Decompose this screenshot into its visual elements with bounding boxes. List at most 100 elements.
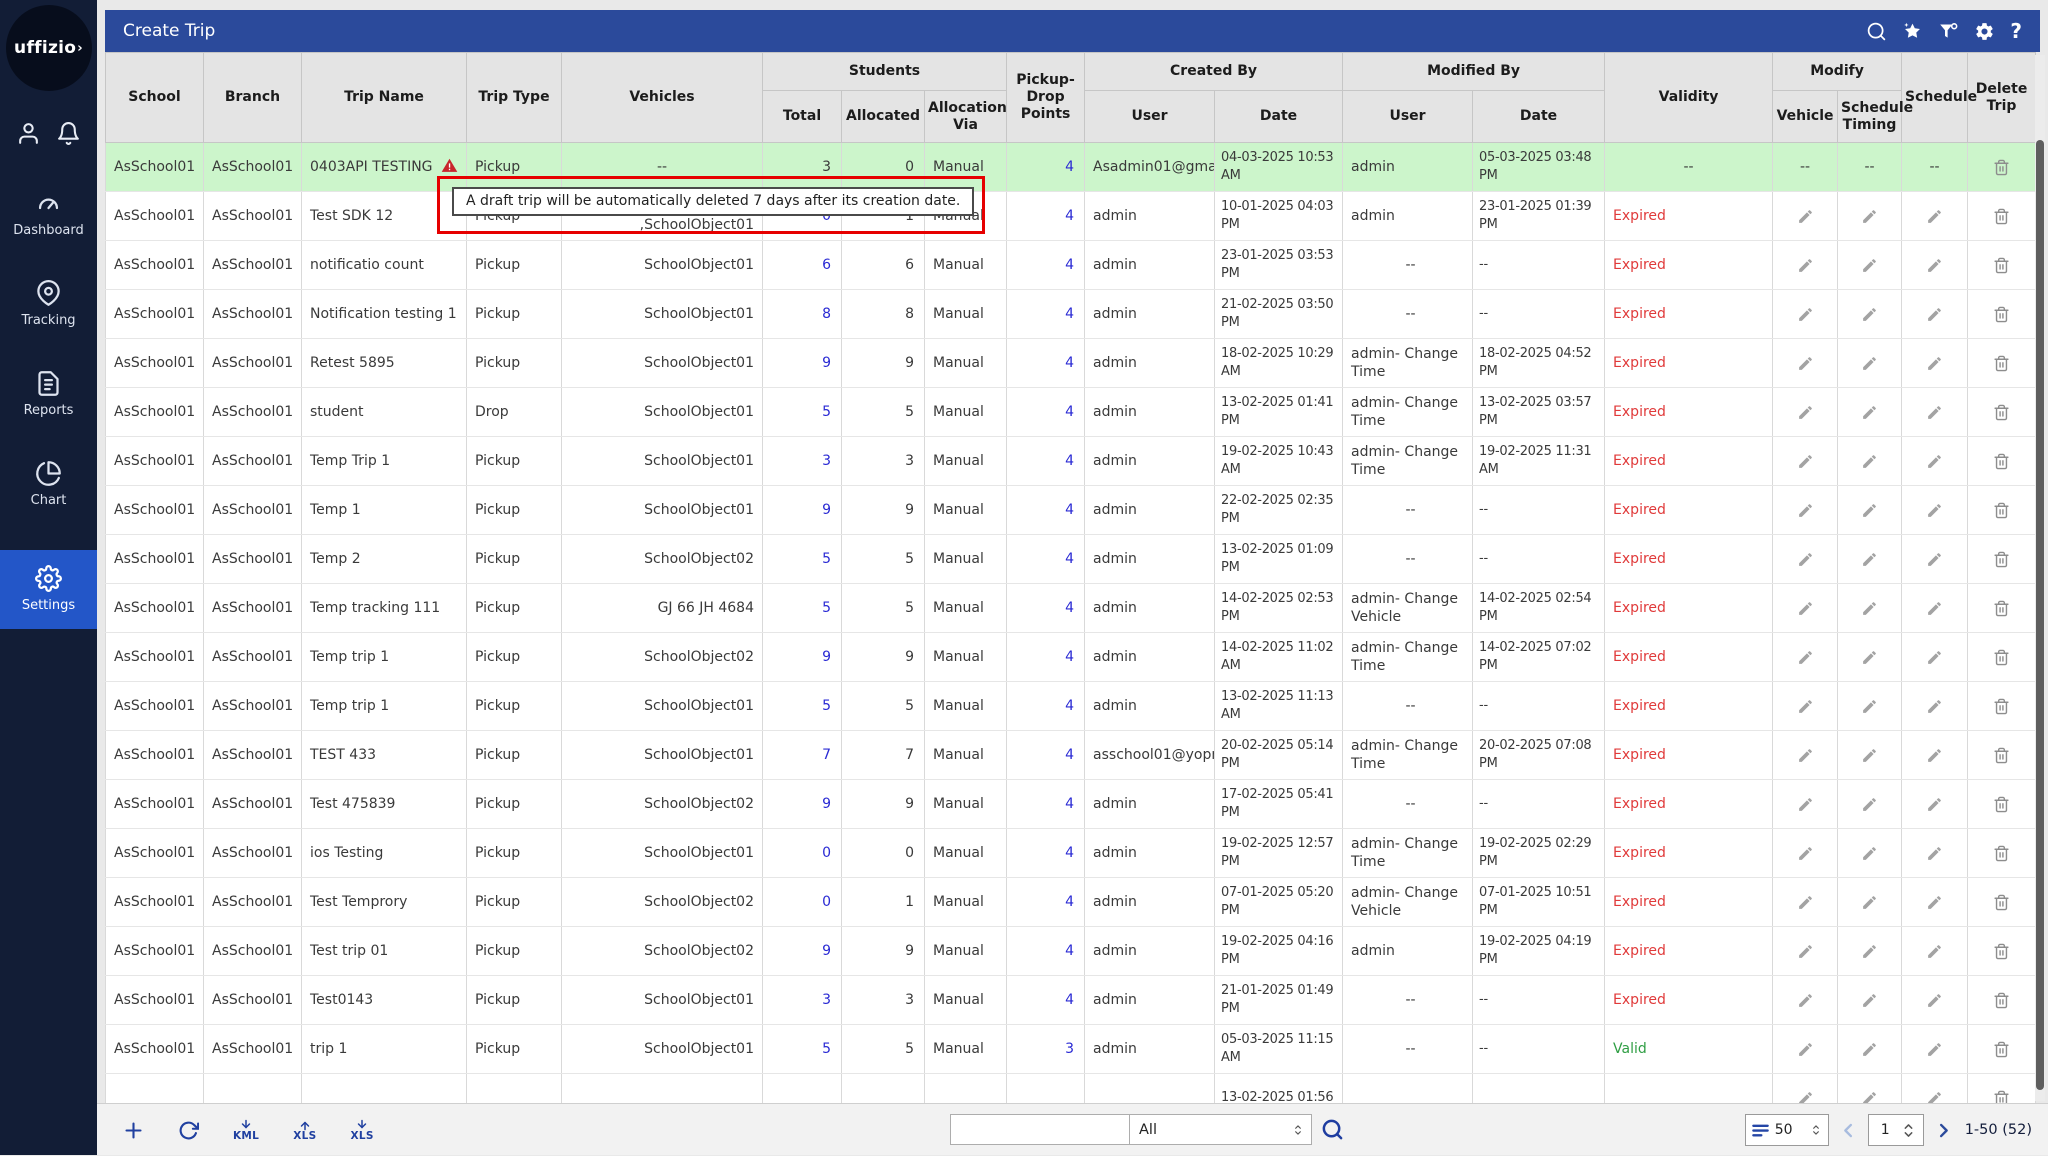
modify-vehicle-button[interactable] (1773, 388, 1838, 437)
delete-trip-button[interactable] (1968, 829, 2036, 878)
vertical-scrollbar[interactable] (2035, 55, 2045, 1101)
delete-trip-button[interactable] (1968, 682, 2036, 731)
modify-vehicle-button[interactable] (1773, 927, 1838, 976)
delete-trip-button[interactable] (1968, 143, 2036, 192)
modify-schedule-button[interactable] (1902, 486, 1968, 535)
students-total-link[interactable]: 5 (763, 388, 842, 437)
delete-trip-button[interactable] (1968, 584, 2036, 633)
students-total-link[interactable]: 6 (763, 241, 842, 290)
page-number-control[interactable]: 1 (1868, 1114, 1924, 1146)
modify-vehicle-button[interactable] (1773, 682, 1838, 731)
favorite-star-icon[interactable] (1902, 21, 1923, 42)
pickup-drop-points-link[interactable]: 4 (1007, 682, 1085, 731)
modify-schedule-timing-button[interactable] (1838, 682, 1902, 731)
modify-schedule-button[interactable] (1902, 339, 1968, 388)
modify-schedule-timing-button[interactable] (1838, 192, 1902, 241)
uffizio-logo[interactable]: uffizio› (6, 5, 92, 91)
delete-trip-button[interactable] (1968, 486, 2036, 535)
students-total-link[interactable]: 0 (763, 829, 842, 878)
delete-trip-button[interactable] (1968, 633, 2036, 682)
modify-schedule-timing-button[interactable] (1838, 486, 1902, 535)
delete-trip-button[interactable] (1968, 1074, 2036, 1104)
pickup-drop-points-link[interactable]: 4 (1007, 241, 1085, 290)
students-total-link[interactable]: 3 (763, 437, 842, 486)
page-number-spinner-icon[interactable] (1899, 1121, 1918, 1140)
pickup-drop-points-link[interactable]: 4 (1007, 486, 1085, 535)
modify-vehicle-button[interactable] (1773, 486, 1838, 535)
modify-vehicle-button[interactable] (1773, 584, 1838, 633)
delete-trip-button[interactable] (1968, 780, 2036, 829)
modify-schedule-timing-button[interactable] (1838, 437, 1902, 486)
students-total-link[interactable]: 7 (763, 731, 842, 780)
modify-schedule-timing-button[interactable] (1838, 388, 1902, 437)
pickup-drop-points-link[interactable]: 4 (1007, 780, 1085, 829)
delete-trip-button[interactable] (1968, 388, 2036, 437)
previous-page-button[interactable] (1839, 1121, 1858, 1140)
page-size-control[interactable]: 50 (1745, 1114, 1829, 1146)
settings-gear-icon[interactable] (1974, 21, 1995, 42)
sidebar-item-chart[interactable]: Chart (0, 460, 97, 508)
modify-schedule-timing-button[interactable] (1838, 1025, 1902, 1074)
search-input[interactable] (950, 1114, 1130, 1145)
pickup-drop-points-link[interactable]: 4 (1007, 388, 1085, 437)
refresh-button[interactable] (178, 1120, 199, 1141)
pickup-drop-points-link[interactable]: 4 (1007, 976, 1085, 1025)
pickup-drop-points-link[interactable]: 4 (1007, 192, 1085, 241)
pickup-drop-points-link[interactable]: 4 (1007, 143, 1085, 192)
modify-schedule-timing-button[interactable] (1838, 339, 1902, 388)
delete-trip-button[interactable] (1968, 927, 2036, 976)
modify-vehicle-button[interactable] (1773, 192, 1838, 241)
delete-trip-button[interactable] (1968, 437, 2036, 486)
xls-upload-button[interactable]: XLS (293, 1119, 316, 1142)
modify-schedule-timing-button[interactable] (1838, 535, 1902, 584)
modify-schedule-button[interactable] (1902, 388, 1968, 437)
students-total-link[interactable]: 0 (763, 878, 842, 927)
xls-download-button[interactable]: XLS (350, 1119, 373, 1142)
modify-schedule-button[interactable] (1902, 731, 1968, 780)
delete-trip-button[interactable] (1968, 878, 2036, 927)
modify-schedule-button[interactable] (1902, 878, 1968, 927)
modify-schedule-button[interactable] (1902, 241, 1968, 290)
modify-vehicle-button[interactable] (1773, 829, 1838, 878)
modify-schedule-button[interactable] (1902, 1074, 1968, 1104)
notifications-bell-icon[interactable] (56, 121, 81, 146)
pickup-drop-points-link[interactable]: 4 (1007, 535, 1085, 584)
modify-schedule-timing-button[interactable] (1838, 633, 1902, 682)
delete-trip-button[interactable] (1968, 192, 2036, 241)
modify-vehicle-button[interactable] (1773, 633, 1838, 682)
modify-schedule-button[interactable] (1902, 780, 1968, 829)
students-total-link[interactable]: 5 (763, 682, 842, 731)
page-size-spinner-icon[interactable] (1809, 1123, 1823, 1137)
pickup-drop-points-link[interactable]: 4 (1007, 339, 1085, 388)
modify-vehicle-button[interactable] (1773, 731, 1838, 780)
modify-schedule-button[interactable] (1902, 927, 1968, 976)
scrollbar-thumb[interactable] (2036, 140, 2044, 1090)
next-page-button[interactable] (1934, 1121, 1953, 1140)
modify-schedule-button[interactable] (1902, 976, 1968, 1025)
modify-schedule-button[interactable] (1902, 437, 1968, 486)
students-total-link[interactable]: 5 (763, 584, 842, 633)
sidebar-item-tracking[interactable]: Tracking (0, 280, 97, 328)
delete-trip-button[interactable] (1968, 1025, 2036, 1074)
modify-schedule-timing-button[interactable] (1838, 584, 1902, 633)
modify-vehicle-button[interactable] (1773, 780, 1838, 829)
sidebar-item-reports[interactable]: Reports (0, 370, 97, 418)
students-total-link[interactable]: 9 (763, 339, 842, 388)
modify-schedule-timing-button[interactable] (1838, 731, 1902, 780)
kml-download-button[interactable]: KML (233, 1119, 259, 1142)
modify-vehicle-button[interactable] (1773, 535, 1838, 584)
modify-vehicle-button[interactable] (1773, 878, 1838, 927)
user-icon[interactable] (16, 121, 41, 146)
draft-warning-icon[interactable] (441, 157, 458, 178)
pickup-drop-points-link[interactable]: 3 (1007, 1025, 1085, 1074)
pickup-drop-points-link[interactable]: 4 (1007, 437, 1085, 486)
delete-trip-button[interactable] (1968, 241, 2036, 290)
modify-schedule-button[interactable] (1902, 192, 1968, 241)
pickup-drop-points-link[interactable]: 4 (1007, 878, 1085, 927)
modify-vehicle-button[interactable] (1773, 290, 1838, 339)
filter-icon[interactable] (1938, 21, 1959, 42)
pickup-drop-points-link[interactable]: 4 (1007, 927, 1085, 976)
modify-schedule-timing-button[interactable] (1838, 829, 1902, 878)
delete-trip-button[interactable] (1968, 976, 2036, 1025)
modify-schedule-button[interactable] (1902, 290, 1968, 339)
